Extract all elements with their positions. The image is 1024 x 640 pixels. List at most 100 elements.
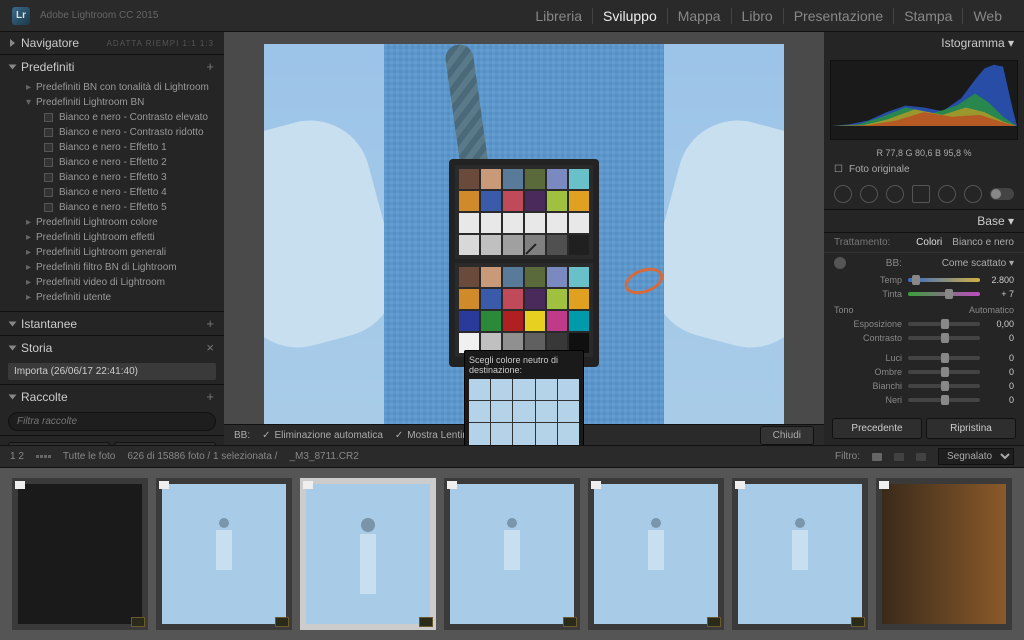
module-map[interactable]: Mappa: [668, 8, 732, 24]
histogram-header[interactable]: Istogramma ▾: [824, 32, 1024, 54]
redeye-tool-icon[interactable]: [886, 185, 904, 203]
preset-group[interactable]: ▸Predefiniti BN con tonalità di Lightroo…: [22, 80, 224, 95]
photo-canvas[interactable]: Scegli colore neutro di destinazione: R …: [224, 32, 824, 424]
snapshots-title: Istantanee: [21, 317, 77, 331]
badge-icon: [419, 617, 433, 627]
contrast-slider[interactable]: Contrasto0: [824, 331, 1024, 345]
thumb[interactable]: [588, 478, 724, 630]
module-develop[interactable]: Sviluppo: [593, 8, 668, 24]
history-item[interactable]: Importa (26/06/17 22:41:40): [8, 363, 216, 380]
close-button[interactable]: Chiudi: [760, 426, 814, 445]
module-web[interactable]: Web: [963, 8, 1012, 24]
right-buttons: Precedente Ripristina: [824, 412, 1024, 445]
grid-view-icon[interactable]: [36, 455, 51, 458]
monitor-nums[interactable]: 1 2: [10, 451, 24, 462]
treatment-row: Trattamento: Colori Bianco e nero: [824, 233, 1024, 253]
radial-tool-icon[interactable]: [938, 185, 956, 203]
presets-title: Predefiniti: [21, 60, 74, 74]
badge-icon: [131, 617, 145, 627]
navigator-zoom-opts[interactable]: ADATTA RIEMPI 1:1 1:3: [107, 39, 214, 48]
preset-thumb-icon: [44, 143, 53, 152]
auto-dismiss-checkbox[interactable]: Eliminazione automatica: [262, 430, 383, 441]
thumb[interactable]: [12, 478, 148, 630]
module-print[interactable]: Stampa: [894, 8, 963, 24]
preset-group[interactable]: ▸Predefiniti Lightroom colore: [22, 215, 224, 230]
loupe-panel: Scegli colore neutro di destinazione: R …: [464, 350, 584, 445]
preset-thumb-icon: [44, 203, 53, 212]
module-book[interactable]: Libro: [732, 8, 784, 24]
badge-icon: [851, 617, 865, 627]
preset-group[interactable]: ▸Predefiniti filtro BN di Lightroom: [22, 260, 224, 275]
panel-switch[interactable]: [990, 188, 1014, 200]
preset-thumb-icon: [44, 128, 53, 137]
thumb[interactable]: [444, 478, 580, 630]
clear-icon[interactable]: ×: [206, 340, 214, 355]
wb-picker-icon[interactable]: [834, 257, 846, 269]
module-library[interactable]: Libreria: [525, 8, 593, 24]
add-icon[interactable]: +: [206, 316, 214, 331]
preset-group[interactable]: ▾Predefiniti Lightroom BN: [22, 95, 224, 110]
disclosure-icon: ▾: [1008, 36, 1014, 50]
spot-tool-icon[interactable]: [860, 185, 878, 203]
treatment-color[interactable]: Colori: [916, 237, 942, 248]
flag-icon[interactable]: [894, 453, 904, 461]
tint-slider[interactable]: Tinta+ 7: [824, 287, 1024, 301]
presets-header[interactable]: Predefiniti +: [0, 55, 224, 78]
histogram[interactable]: [830, 60, 1018, 140]
flag-icon[interactable]: [872, 453, 882, 461]
presets-list: ▸Predefiniti BN con tonalità di Lightroo…: [0, 78, 224, 311]
module-slideshow[interactable]: Presentazione: [784, 8, 895, 24]
preset-item[interactable]: Bianco e nero - Effetto 1: [40, 140, 224, 155]
disclosure-icon: [9, 345, 17, 350]
add-icon[interactable]: +: [206, 389, 214, 404]
filmstrip-thumbs[interactable]: [0, 468, 1024, 640]
temp-slider[interactable]: Temp2.800: [824, 273, 1024, 287]
wb-label: BB:: [886, 258, 902, 269]
preset-group[interactable]: ▸Predefiniti Lightroom generali: [22, 245, 224, 260]
add-icon[interactable]: +: [206, 59, 214, 74]
snapshots-header[interactable]: Istantanee +: [0, 312, 224, 335]
preset-item[interactable]: Bianco e nero - Effetto 2: [40, 155, 224, 170]
histogram-readout: R 77,8 G 80,6 B 95,8 %: [824, 146, 1024, 160]
show-loupe-checkbox[interactable]: Mostra Lentino: [395, 430, 474, 441]
original-photo-row[interactable]: ☐Foto originale: [824, 160, 1024, 179]
filter-dropdown[interactable]: Segnalato: [938, 448, 1014, 465]
basic-panel-header[interactable]: Base ▾: [824, 210, 1024, 233]
gradient-tool-icon[interactable]: [912, 185, 930, 203]
reset-button[interactable]: Ripristina: [926, 418, 1016, 439]
navigator-panel: Navigatore ADATTA RIEMPI 1:1 1:3: [0, 32, 224, 55]
preset-item[interactable]: Bianco e nero - Contrasto elevato: [40, 110, 224, 125]
thumb[interactable]: [876, 478, 1012, 630]
breadcrumb-all[interactable]: Tutte le foto: [63, 451, 115, 462]
preset-item[interactable]: Bianco e nero - Effetto 3: [40, 170, 224, 185]
navigator-header[interactable]: Navigatore ADATTA RIEMPI 1:1 1:3: [0, 32, 224, 54]
preset-item[interactable]: Bianco e nero - Effetto 5: [40, 200, 224, 215]
shadows-slider[interactable]: Ombre0: [824, 365, 1024, 379]
blacks-slider[interactable]: Neri0: [824, 393, 1024, 407]
right-panel: Istogramma ▾ R 77,8 G 80,6 B 95,8 % ☐Fot…: [824, 32, 1024, 445]
treatment-bw[interactable]: Bianco e nero: [952, 237, 1014, 248]
preset-item[interactable]: Bianco e nero - Effetto 4: [40, 185, 224, 200]
auto-tone-button[interactable]: Automatico: [969, 305, 1014, 315]
highlights-slider[interactable]: Luci0: [824, 351, 1024, 365]
collections-filter-input[interactable]: [8, 412, 216, 431]
thumb[interactable]: [732, 478, 868, 630]
thumb-selected[interactable]: [300, 478, 436, 630]
app-name: Adobe Lightroom CC 2015: [40, 10, 158, 21]
wb-row: BB: Come scattato ▾: [824, 253, 1024, 273]
thumb[interactable]: [156, 478, 292, 630]
previous-button[interactable]: Precedente: [832, 418, 922, 439]
preset-item[interactable]: Bianco e nero - Contrasto ridotto: [40, 125, 224, 140]
wb-preset-dropdown[interactable]: Come scattato ▾: [942, 258, 1014, 269]
brush-tool-icon[interactable]: [964, 185, 982, 203]
flag-icon[interactable]: [916, 453, 926, 461]
exposure-slider[interactable]: Esposizione0,00: [824, 317, 1024, 331]
whites-slider[interactable]: Bianchi0: [824, 379, 1024, 393]
collections-header[interactable]: Raccolte +: [0, 385, 224, 408]
preset-group[interactable]: ▸Predefiniti video di Lightroom: [22, 275, 224, 290]
history-header[interactable]: Storia ×: [0, 336, 224, 359]
crop-tool-icon[interactable]: [834, 185, 852, 203]
preset-group[interactable]: ▸Predefiniti Lightroom effetti: [22, 230, 224, 245]
preset-group[interactable]: ▸Predefiniti utente: [22, 290, 224, 305]
tone-section: TonoAutomatico: [824, 301, 1024, 317]
